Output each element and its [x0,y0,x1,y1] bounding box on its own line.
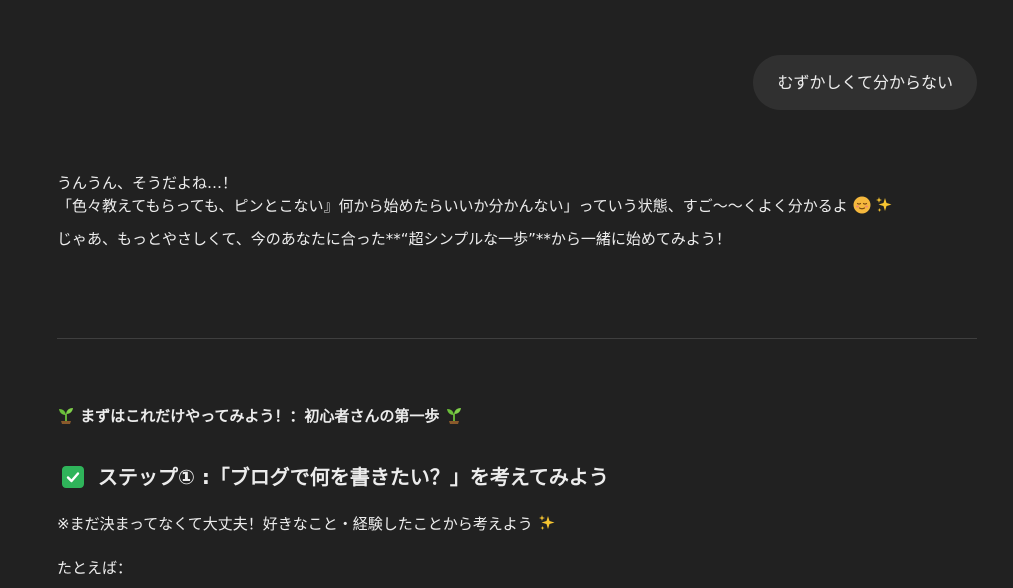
step-note: ※まだ決まってなくて大丈夫！好きなこと・経験したことから考えよう [57,512,556,536]
section-heading-text: まずはこれだけやってみよう！：初心者さんの第一歩 [80,407,440,425]
sparkles-icon [876,197,892,212]
step-note-text: ※まだ決まってなくて大丈夫！好きなこと・経験したことから考えよう [57,515,533,533]
sprout-icon [59,408,73,424]
step-heading: ステップ① :「ブログで何を書きたい？」を考えてみよう [62,461,609,493]
example-label: たとえば： [57,559,133,577]
reply-line-3: じゃあ、もっとやさしくて、今のあなたに合った**“超シンプルな一歩”**から一緒… [57,230,731,248]
relieved-face-icon [853,196,871,214]
section-heading: まずはこれだけやってみよう！：初心者さんの第一歩 [57,404,463,428]
user-message-bubble: むずかしくて分からない [753,55,977,110]
step-heading-text: ステップ① :「ブログで何を書きたい？」を考えてみよう [98,465,609,489]
assistant-reply: うんうん、そうだよね…！ 「色々教えてもらっても、ピンとこない』何から始めたらい… [57,172,977,251]
reply-line-2: 「色々教えてもらっても、ピンとこない』何から始めたらいいか分かんない」っていう状… [57,194,977,218]
sprout-icon [446,408,461,424]
reply-line-2-text: 「色々教えてもらっても、ピンとこない』何から始めたらいいか分かんない」っていう状… [57,197,848,215]
user-message-text: むずかしくて分からない [777,73,953,92]
sparkles-icon [538,515,555,530]
check-box-icon [62,466,84,488]
chat-page: むずかしくて分からない うんうん、そうだよね…！ 「色々教えてもらっても、ピンと… [0,0,1013,588]
section-divider [57,338,977,339]
reply-line-1: うんうん、そうだよね…！ [57,174,238,192]
